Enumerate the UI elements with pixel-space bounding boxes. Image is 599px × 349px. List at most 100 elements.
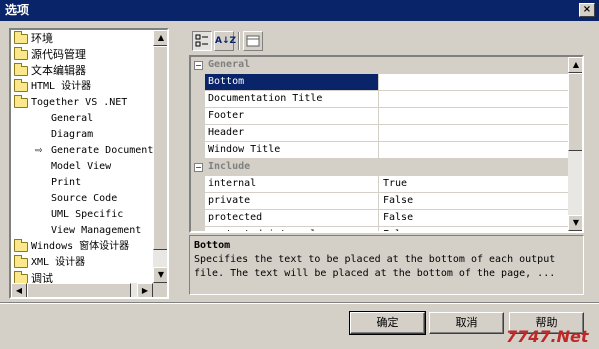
- property-pages-button[interactable]: [243, 31, 263, 51]
- scroll-down-icon[interactable]: ▼: [153, 267, 167, 283]
- tree-item-label: 源代码管理: [31, 48, 86, 61]
- folder-icon: [14, 79, 28, 92]
- button-separator: [0, 302, 599, 304]
- folder-icon: [14, 239, 28, 252]
- row-gutter: [191, 74, 205, 91]
- tree-item-label: General: [51, 113, 94, 124]
- tree-item-label: XML 设计器: [31, 257, 86, 268]
- property-name: protected: [205, 210, 379, 226]
- tree-vertical-scrollbar[interactable]: ▲ ▼: [153, 30, 167, 283]
- collapse-icon[interactable]: −: [194, 163, 203, 172]
- property-name: Window Title: [205, 142, 379, 158]
- alphabetical-button[interactable]: A↓Z: [214, 31, 236, 51]
- grid-scroll-thumb[interactable]: [568, 73, 582, 151]
- property-value[interactable]: False: [380, 193, 568, 209]
- property-row[interactable]: internal True: [191, 176, 568, 193]
- property-row[interactable]: private False: [191, 193, 568, 210]
- row-gutter: [191, 176, 205, 193]
- property-value[interactable]: [380, 125, 568, 141]
- tree-item-label: Diagram: [51, 129, 94, 140]
- property-category[interactable]: − General: [191, 57, 568, 74]
- property-row[interactable]: Bottom: [191, 74, 568, 91]
- tree-item-label: Model View: [51, 161, 112, 172]
- property-value[interactable]: False: [380, 210, 568, 226]
- categorized-button[interactable]: [192, 31, 212, 51]
- property-value[interactable]: [380, 91, 568, 107]
- property-row[interactable]: Window Title: [191, 142, 568, 159]
- scroll-right-icon[interactable]: ▶: [137, 283, 153, 297]
- property-pages-icon: [246, 35, 260, 47]
- category-label: General: [208, 59, 251, 70]
- property-value[interactable]: True: [380, 176, 568, 192]
- cancel-button[interactable]: 取消: [429, 312, 504, 334]
- row-gutter: [191, 142, 205, 159]
- property-name: protected internal: [205, 227, 379, 231]
- tree-item-label: View Management: [51, 225, 142, 236]
- title-bar: 选项 ×: [0, 0, 599, 21]
- property-name: Bottom: [205, 74, 379, 90]
- row-gutter: [191, 210, 205, 227]
- tree-item-label: 调试: [31, 272, 53, 283]
- category-label: Include: [208, 161, 251, 172]
- collapse-icon[interactable]: −: [194, 61, 203, 70]
- property-name: internal: [205, 176, 379, 192]
- property-name: Header: [205, 125, 379, 141]
- tree-items: 环境源代码管理文本编辑器 HTML 设计器 Together VS .NET Gene…: [11, 30, 153, 283]
- row-gutter: [191, 125, 205, 142]
- folder-open-icon: [14, 95, 28, 108]
- property-value[interactable]: False: [380, 227, 568, 231]
- property-rows: − General Bottom Documentation Title Footer H…: [191, 57, 568, 231]
- tree-hscroll-thumb[interactable]: [27, 283, 131, 297]
- row-gutter: [191, 193, 205, 210]
- property-row[interactable]: Header: [191, 125, 568, 142]
- tree-item-label: Print: [51, 177, 82, 188]
- categorized-icon: [195, 34, 208, 47]
- site-watermark: 7747.Net: [506, 327, 589, 346]
- scroll-corner: [153, 283, 167, 297]
- property-row[interactable]: Footer: [191, 108, 568, 125]
- tree-item-label: UML Specific: [51, 209, 124, 220]
- ok-button[interactable]: 确定: [349, 311, 426, 335]
- tree-item-label: Source Code: [51, 193, 118, 204]
- tree-item-label: Generate Document: [51, 145, 153, 156]
- scroll-up-icon[interactable]: ▲: [153, 30, 167, 46]
- folder-icon: [14, 63, 28, 76]
- description-text: Specifies the text to be placed at the b…: [194, 254, 556, 279]
- folder-icon: [14, 271, 28, 283]
- property-name: Footer: [205, 108, 379, 124]
- tree-item-label: 环境: [31, 32, 53, 45]
- row-gutter: [191, 227, 205, 231]
- folder-icon: [14, 31, 28, 44]
- folder-icon: [14, 255, 28, 268]
- property-toolbar: A↓Z: [189, 29, 584, 53]
- property-value[interactable]: [380, 108, 568, 124]
- property-grid[interactable]: − General Bottom Documentation Title Footer H…: [189, 55, 584, 233]
- tree-item-label: HTML 设计器: [31, 81, 92, 92]
- property-category[interactable]: − Include: [191, 159, 568, 176]
- scroll-left-icon[interactable]: ◀: [11, 283, 27, 297]
- options-tree[interactable]: 环境源代码管理文本编辑器 HTML 设计器 Together VS .NET Gene…: [9, 28, 169, 299]
- toolbar-separator: [238, 32, 240, 50]
- property-row[interactable]: protected False: [191, 210, 568, 227]
- property-value[interactable]: [380, 74, 568, 90]
- tree-scroll-thumb[interactable]: [153, 46, 167, 250]
- folder-icon: [14, 47, 28, 60]
- property-value[interactable]: [380, 142, 568, 158]
- close-button[interactable]: ×: [579, 3, 595, 17]
- tree-horizontal-scrollbar[interactable]: ◀ ▶: [11, 283, 153, 297]
- tree-item-label: Together VS .NET: [31, 97, 128, 108]
- selection-arrow-icon: ⇨: [35, 146, 43, 156]
- tree-item-label: Windows 窗体设计器: [31, 241, 130, 252]
- property-row[interactable]: Documentation Title: [191, 91, 568, 108]
- row-gutter: [191, 91, 205, 108]
- grid-scroll-up-icon[interactable]: ▲: [568, 57, 582, 73]
- grid-scroll-down-icon[interactable]: ▼: [568, 215, 582, 231]
- tree-item-label: 文本编辑器: [31, 64, 86, 77]
- grid-vertical-scrollbar[interactable]: ▲ ▼: [568, 57, 582, 231]
- description-title: Bottom: [194, 240, 231, 251]
- window-title: 选项: [5, 3, 30, 17]
- property-name: Documentation Title: [205, 91, 379, 107]
- property-row[interactable]: protected internalFalse: [191, 227, 568, 231]
- property-description: Bottom Specifies the text to be placed a…: [189, 235, 584, 295]
- property-name: private: [205, 193, 379, 209]
